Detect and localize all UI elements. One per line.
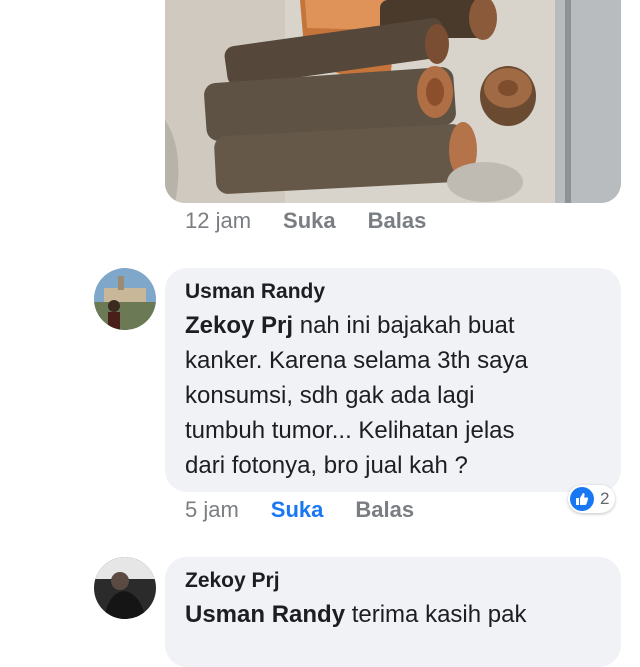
wooden-logs-photo <box>165 0 621 203</box>
reaction-summary[interactable]: 2 <box>568 485 616 513</box>
timestamp: 5 jam <box>185 497 239 522</box>
reply-button[interactable]: Balas <box>368 208 427 234</box>
comment-line: tumbuh tumor... Kelihatan jelas <box>185 417 515 444</box>
comment-bubble: Usman Randy Zekoy Prj nah ini bajakah bu… <box>165 268 621 492</box>
comment-text: Zekoy Prj nah ini bajakah buat kanker. K… <box>185 308 599 483</box>
comment-bubble: Zekoy Prj Usman Randy terima kasih pak <box>165 557 621 667</box>
reply-button[interactable]: Balas <box>355 497 414 523</box>
comment-line: terima kasih pak <box>345 601 527 628</box>
reaction-count: 2 <box>600 489 610 508</box>
comment-author[interactable]: Zekoy Prj <box>185 569 599 593</box>
mention-link[interactable]: Zekoy Prj <box>185 312 293 339</box>
like-button[interactable]: Suka <box>283 208 336 234</box>
photo-comment-actions: 12 jam Suka Balas <box>185 208 458 234</box>
mention-link[interactable]: Usman Randy <box>185 601 345 628</box>
avatar[interactable] <box>94 268 156 330</box>
comment-actions: 5 jam Suka Balas <box>185 497 446 523</box>
comment-line: dari fotonya, bro jual kah ? <box>185 452 468 479</box>
comment-line: konsumsi, sdh gak ada lagi <box>185 382 475 409</box>
timestamp: 12 jam <box>185 208 252 233</box>
like-button[interactable]: Suka <box>271 497 324 523</box>
comment-line: nah ini bajakah buat <box>293 312 515 339</box>
comment-author[interactable]: Usman Randy <box>185 280 599 304</box>
thumbs-up-icon <box>570 487 594 511</box>
avatar-photo <box>94 268 156 330</box>
avatar[interactable] <box>94 557 156 619</box>
comment-photo[interactable] <box>165 0 621 203</box>
avatar-photo <box>94 557 156 619</box>
comment-line: kanker. Karena selama 3th saya <box>185 347 528 374</box>
comment-text: Usman Randy terima kasih pak <box>185 597 599 632</box>
